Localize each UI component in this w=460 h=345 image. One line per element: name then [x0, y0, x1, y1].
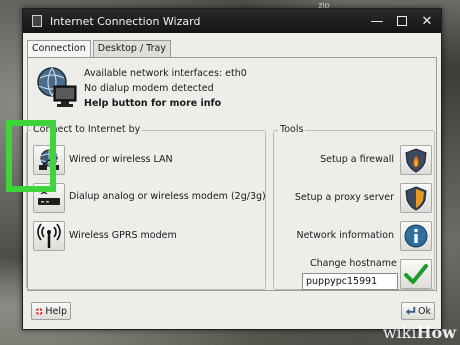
network-info-label: Network information [296, 230, 394, 241]
window-app-icon [32, 15, 42, 27]
connection-panel: Available network interfaces: eth0 No di… [26, 57, 437, 291]
ok-button[interactable]: Ok [401, 302, 435, 320]
gprs-button[interactable] [33, 221, 65, 251]
minimize-button[interactable]: — [366, 10, 388, 32]
info-modem: No dialup modem detected [84, 83, 214, 94]
lan-label: Wired or wireless LAN [69, 154, 173, 165]
enter-arrow-icon [405, 306, 416, 315]
tools-group: Tools Setup a firewall Setup a proxy ser… [273, 124, 435, 290]
antenna-icon [37, 223, 61, 248]
tab-desktop-tray[interactable]: Desktop / Tray [92, 40, 171, 58]
hostname-label: Change hostname [310, 258, 397, 269]
lifebuoy-icon [35, 307, 43, 315]
watermark-wiki: wiki [382, 323, 417, 342]
info-interfaces: Available network interfaces: eth0 [84, 68, 247, 79]
info-help-hint: Help button for more info [84, 98, 222, 109]
firewall-button[interactable] [400, 145, 432, 175]
hostname-apply-button[interactable] [400, 259, 432, 289]
tools-group-label: Tools [278, 124, 306, 135]
help-button[interactable]: Help [31, 302, 71, 320]
network-globe-icon [37, 67, 77, 107]
info-icon [404, 224, 428, 248]
help-button-label: Help [45, 305, 67, 317]
firewall-shield-icon [405, 148, 427, 173]
watermark-how: How [416, 323, 456, 342]
wizard-window: Internet Connection Wizard — ✕ Connectio… [22, 8, 442, 330]
title-bar[interactable]: Internet Connection Wizard — ✕ [23, 9, 441, 33]
window-title: Internet Connection Wizard [50, 14, 201, 28]
close-button[interactable]: ✕ [416, 10, 438, 32]
firewall-label: Setup a firewall [320, 154, 394, 165]
network-info-button[interactable] [400, 221, 432, 251]
checkmark-icon [404, 264, 428, 284]
green-highlight-box [6, 120, 56, 192]
proxy-shield-icon [405, 186, 427, 211]
connect-group: Connect to Internet by Wired or wireless… [26, 124, 266, 290]
tab-bar: Connection Desktop / Tray [27, 40, 173, 59]
maximize-button[interactable] [391, 10, 413, 32]
ok-button-label: Ok [418, 305, 431, 317]
gprs-label: Wireless GPRS modem [69, 230, 177, 241]
maximize-icon [397, 16, 407, 26]
proxy-button[interactable] [400, 183, 432, 213]
info-text: Available network interfaces: eth0 No di… [84, 66, 247, 111]
wikihow-watermark: wikiHow [383, 323, 456, 342]
modem-label: Dialup analog or wireless modem (2g/3g) [69, 191, 266, 202]
hostname-input[interactable] [302, 273, 398, 290]
proxy-label: Setup a proxy server [294, 192, 394, 203]
